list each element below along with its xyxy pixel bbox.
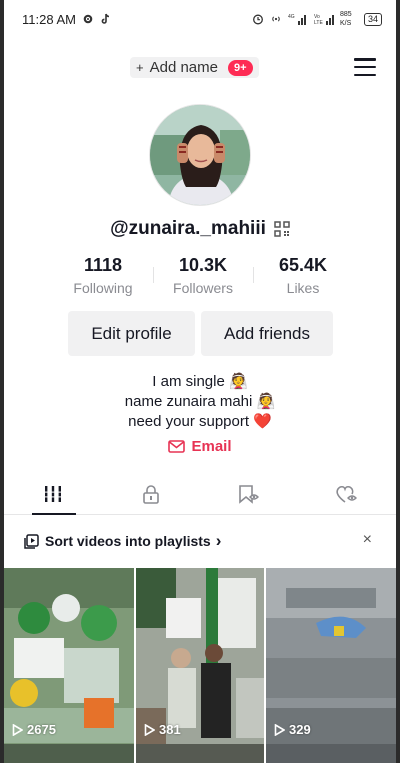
tab-favorites[interactable] [200,473,298,514]
view-count-value: 329 [289,722,311,737]
status-bar: 11:28 AM 4G Vo LTE 885 K/S 34 [4,0,396,38]
play-icon [12,723,23,736]
stat-likes[interactable]: 65.4K Likes [253,255,348,296]
stat-label: Following [73,280,133,296]
mail-icon [168,440,186,453]
hamburger-menu-icon[interactable] [354,58,376,76]
avatar[interactable] [149,104,251,206]
profile-stats: 1118 Following 10.3K Followers 65.4K Lik… [58,255,348,296]
content-tabs [4,473,396,515]
video-thumbnail[interactable]: 2675 [4,568,134,763]
view-count-value: 2675 [27,722,56,737]
alarm-icon [253,14,263,25]
hotspot-icon [272,16,280,22]
playlist-banner-text: Sort videos into playlists [45,533,211,549]
email-link[interactable]: Email [0,438,400,455]
stat-value: 10.3K [178,255,228,275]
close-icon[interactable]: × [363,531,372,549]
notification-badge: 9+ [227,59,253,76]
stat-followers[interactable]: 10.3K Followers [153,255,248,296]
bookmark-icon [239,484,259,504]
edit-profile-button[interactable]: Edit profile [68,311,195,356]
play-icon [274,723,285,736]
stat-following[interactable]: 1118 Following [58,255,148,296]
stat-value: 65.4K [278,255,328,275]
bio: I am single 👰 name zunaira mahi 👰 need y… [0,372,400,432]
bio-line: need your support ❤️ [128,413,272,430]
tab-videos[interactable] [4,473,102,515]
status-time: 11:28 AM [22,11,76,27]
profile-actions: Edit profile Add friends [68,311,333,356]
add-friends-button[interactable]: Add friends [201,311,333,356]
view-count: 2675 [12,722,56,737]
network-speed: 885 K/S [339,11,352,27]
lock-icon [143,484,159,504]
stat-label: Followers [173,280,233,296]
video-thumbnail[interactable]: 381 [136,568,264,763]
plus-icon: + [136,60,144,75]
top-nav: + Add name 9+ [4,52,396,84]
grid-icon [44,485,62,502]
playlist-icon [24,533,39,549]
tiktok-icon [101,13,110,24]
tab-private[interactable] [102,473,200,514]
stat-value: 1118 [83,255,123,275]
view-count: 329 [274,722,311,737]
svg-text:LTE: LTE [314,20,323,25]
email-label: Email [191,438,232,455]
add-name-label: Add name [149,59,218,76]
signal-4g-icon: 4G [288,14,306,25]
bio-line: I am single 👰 [152,373,248,390]
tab-liked[interactable] [298,473,396,514]
stat-label: Likes [286,280,320,296]
username: @zunaira._mahiii [110,218,266,239]
view-count-value: 381 [159,722,181,737]
playlist-banner[interactable]: Sort videos into playlists › × [4,518,396,564]
video-thumbnail[interactable]: 329 [266,568,396,763]
avatar-photo [150,105,250,205]
svg-text:4G: 4G [288,14,295,20]
bio-line: name zunaira mahi 👰 [124,393,276,410]
settings-gear-icon [83,14,93,24]
profile-screen: 11:28 AM 4G Vo LTE 885 K/S 34 + Add name … [0,0,400,763]
video-grid: 2675 381 329 [4,568,396,763]
add-name-button[interactable]: + Add name 9+ [130,57,259,78]
battery-indicator: 34 [363,12,382,26]
qr-code-icon[interactable] [274,221,290,237]
signal-volte-icon: VoLTE [314,14,334,25]
view-count: 381 [144,722,181,737]
play-icon [144,723,155,736]
chevron-right-icon: › [215,531,222,550]
liked-heart-icon [336,485,357,503]
username-row: @zunaira._mahiii [0,218,400,240]
